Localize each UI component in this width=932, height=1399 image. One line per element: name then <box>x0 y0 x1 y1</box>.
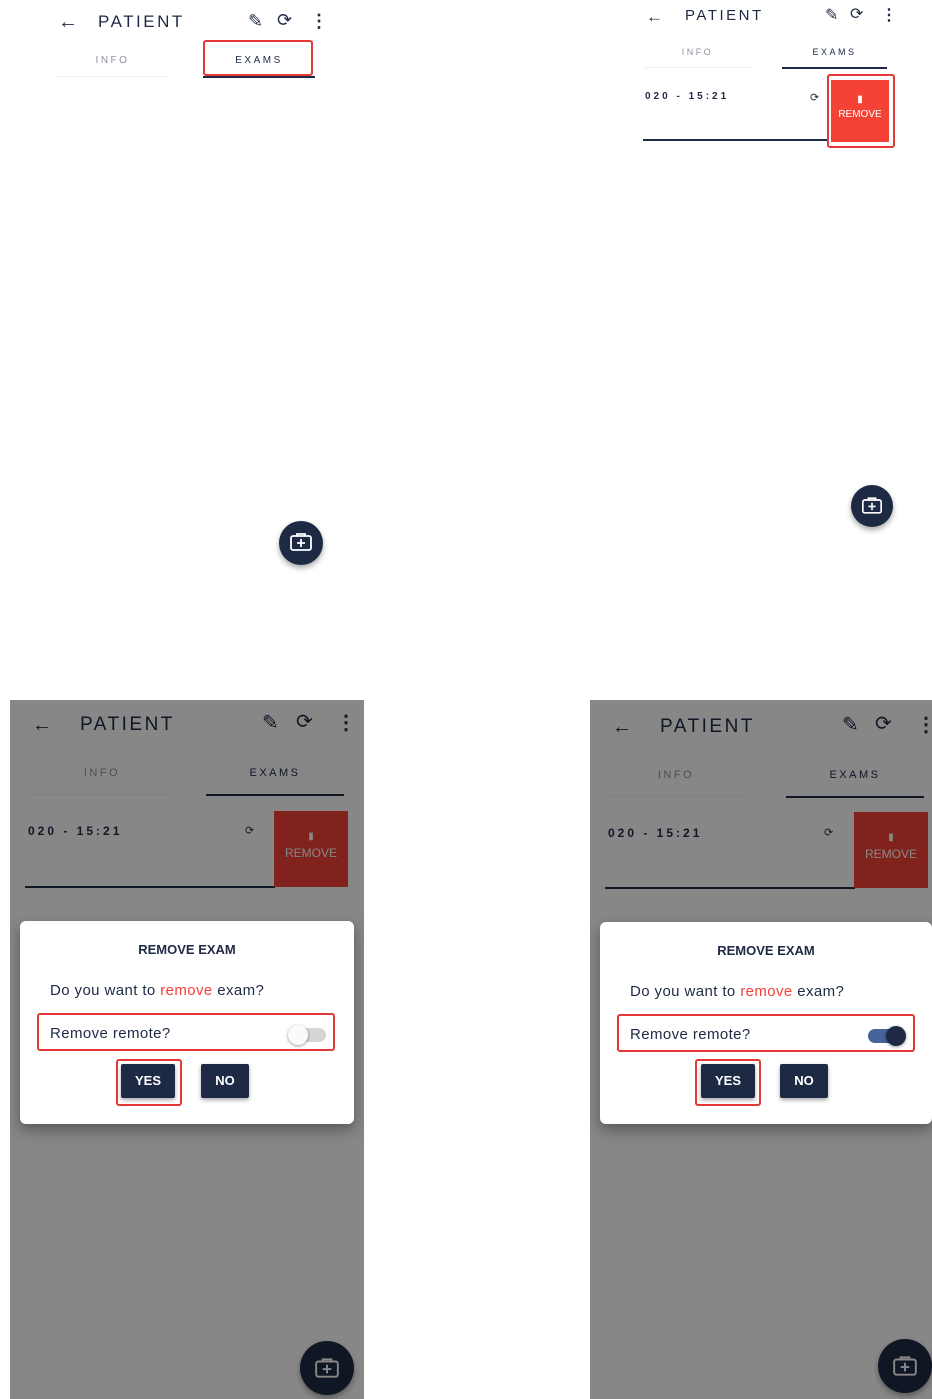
screen-remove-dialog-toggle-on: ← PATIENT ✎ ⟳ ⋮ INFO EXAMS 020 - 15:21 ⟳… <box>590 700 932 1399</box>
more-vert-icon[interactable]: ⋮ <box>881 7 897 25</box>
back-arrow-icon[interactable]: ← <box>646 7 663 27</box>
add-exam-fab[interactable] <box>279 521 323 565</box>
add-exam-fab[interactable] <box>851 485 893 527</box>
dialog-title: REMOVE EXAM <box>717 943 815 958</box>
tab-info[interactable]: INFO <box>645 47 750 57</box>
remove-exam-dialog: REMOVE EXAM Do you want to remove exam? … <box>600 922 932 1124</box>
sync-icon[interactable]: ⟳ <box>850 6 863 24</box>
dialog-message-end: exam? <box>212 982 265 999</box>
app-bar: ← PATIENT ✎ ⟳ ⋮ <box>590 0 932 40</box>
tab-exams-underline <box>782 67 887 69</box>
dialog-message-start: Do you want to <box>50 982 161 999</box>
sync-status-icon: ⟳ <box>810 92 820 104</box>
sync-icon[interactable]: ⟳ <box>277 11 292 29</box>
dialog-message: Do you want to remove exam? <box>50 982 264 999</box>
tab-exams-underline <box>203 76 315 78</box>
highlight-yes-button <box>116 1059 182 1106</box>
more-vert-icon[interactable]: ⋮ <box>310 12 328 30</box>
highlight-remote-toggle <box>617 1014 915 1052</box>
back-arrow-icon[interactable]: ← <box>58 12 78 32</box>
dialog-title: REMOVE EXAM <box>138 942 236 957</box>
dialog-message-start: Do you want to <box>630 983 741 1000</box>
screen-remove-dialog-toggle-off: ← PATIENT ✎ ⟳ ⋮ INFO EXAMS 020 - 15:21 ⟳… <box>10 700 364 1399</box>
highlight-remove-button <box>827 74 895 148</box>
app-bar: ← PATIENT ✎ ⟳ ⋮ <box>0 0 350 40</box>
tab-info-underline <box>55 76 170 77</box>
no-button[interactable]: NO <box>201 1064 249 1098</box>
exam-row-time: 020 - 15:21 <box>645 91 730 102</box>
medical-kit-icon <box>290 533 312 551</box>
no-button[interactable]: NO <box>780 1064 828 1098</box>
pencil-icon[interactable]: ✎ <box>248 12 263 30</box>
pencil-icon[interactable]: ✎ <box>825 7 838 25</box>
medical-kit-icon <box>862 497 882 514</box>
tab-exams[interactable]: EXAMS <box>782 47 887 57</box>
screen-patient-empty-exams: ← PATIENT ✎ ⟳ ⋮ INFO EXAMS <box>0 0 350 650</box>
dialog-message-keyword: remove <box>160 982 213 999</box>
tab-info[interactable]: INFO <box>55 55 170 66</box>
dialog-message: Do you want to remove exam? <box>630 983 844 1000</box>
remove-exam-dialog: REMOVE EXAM Do you want to remove exam? … <box>20 921 354 1124</box>
highlight-remote-toggle <box>37 1013 335 1051</box>
highlight-exams-tab <box>203 40 313 76</box>
highlight-yes-button <box>695 1059 761 1106</box>
dialog-message-end: exam? <box>792 983 845 1000</box>
exam-row-underline <box>643 139 828 141</box>
screen-patient-swipe-remove: ← PATIENT ✎ ⟳ ⋮ INFO EXAMS 020 - 15:21 ⟳… <box>590 0 932 650</box>
tab-info-underline <box>645 67 750 68</box>
dialog-message-keyword: remove <box>740 983 793 1000</box>
page-title: PATIENT <box>685 7 764 24</box>
page-title: PATIENT <box>98 12 185 31</box>
